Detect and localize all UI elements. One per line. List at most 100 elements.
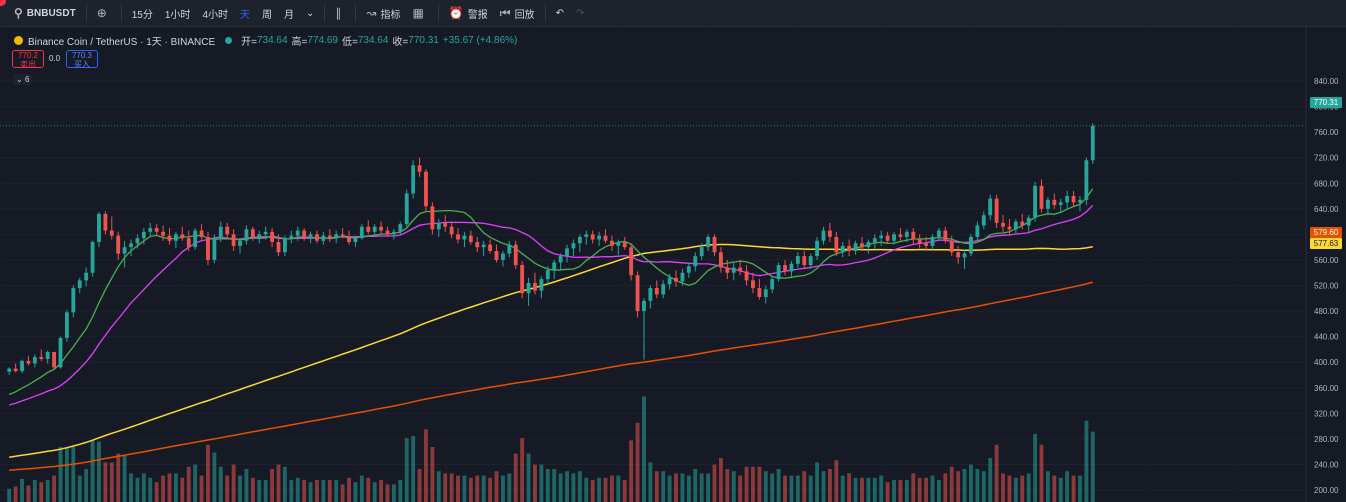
compare-button[interactable]: ⊕ [91, 0, 117, 27]
volume-bar [827, 469, 832, 502]
candle-body [853, 243, 858, 251]
candle-body [13, 368, 18, 372]
candle-body [1045, 199, 1050, 209]
candle-body [552, 262, 557, 271]
chart-type-button[interactable]: ∥ [329, 0, 351, 27]
y-tick-label: 360.00 [1314, 384, 1339, 393]
candle-body [584, 234, 589, 237]
interval-15m[interactable]: 15分 [126, 0, 159, 27]
candle-body [77, 280, 82, 289]
volume-bar [609, 475, 614, 502]
ma-slow-line [9, 243, 1093, 458]
candle-body [366, 226, 371, 232]
volume-bar [680, 473, 685, 502]
volume-bar [738, 475, 743, 502]
volume-bar [20, 478, 24, 502]
candle-body [250, 229, 255, 237]
candle-body [667, 277, 672, 285]
volume-bar [924, 477, 929, 502]
interval-1h[interactable]: 1小时 [159, 0, 197, 27]
candle-body [1084, 160, 1089, 200]
volume-bar [295, 477, 300, 502]
volume-bar [725, 469, 730, 502]
candle-body [770, 279, 775, 290]
volume-bar [193, 464, 198, 502]
chevron-down-icon: ⌄ [306, 7, 315, 19]
buy-button[interactable]: 770.3 买入 [66, 50, 98, 69]
volume-bar [218, 466, 223, 502]
volume-bar [892, 480, 896, 502]
high-value: 774.69 [307, 35, 338, 46]
toolbar: ⚲ BNBUSDT ⊕ 15分 1小时 4小时 天 周 月 ⌄ ∥ ↝ 指标 ▦ ⏰… [0, 0, 1346, 27]
ma-mid-price-tag: 577.63 [1310, 238, 1342, 249]
candle-body [225, 226, 230, 235]
redo-button[interactable]: ↷ [570, 0, 590, 27]
candle-body [802, 256, 807, 266]
layouts-button[interactable]: ▦ [406, 0, 433, 27]
candle-body [129, 243, 133, 248]
candle-body [212, 238, 217, 260]
volume-bar [815, 462, 820, 502]
candle-body [699, 247, 704, 257]
volume-bar [404, 438, 409, 502]
indicators-collapse-button[interactable]: ⌄ 6 [13, 74, 33, 85]
replay-button[interactable]: ⏮ 回放 [494, 0, 541, 27]
candle-body [654, 288, 659, 295]
candle-body [340, 234, 345, 237]
volume-bar [545, 469, 550, 502]
divider [120, 5, 122, 21]
volume-bar [674, 473, 678, 502]
candle-body [1039, 185, 1044, 209]
interval-1w[interactable]: 周 [256, 0, 278, 27]
candle-body [32, 357, 37, 364]
candle-body [302, 230, 307, 239]
candle-body [635, 275, 640, 312]
undo-button[interactable]: ↶ [550, 0, 570, 27]
candle-body [1052, 199, 1057, 205]
interval-dropdown[interactable]: ⌄ [300, 0, 320, 27]
candle-body [763, 289, 768, 298]
interval-1d[interactable]: 天 [234, 0, 256, 27]
volume-bar [795, 475, 800, 502]
interval-1mo[interactable]: 月 [278, 0, 300, 27]
sell-button[interactable]: 770.2 卖出 [12, 50, 44, 69]
volume-bar [359, 475, 364, 502]
candle-body [725, 267, 730, 273]
candle-body [7, 368, 12, 372]
volume-bar [834, 460, 839, 502]
volume-bar [64, 447, 69, 502]
volume-bar [635, 422, 640, 502]
volume-bar [744, 466, 749, 502]
candle-body [347, 236, 351, 243]
alert-button[interactable]: ⏰ 警报 [443, 0, 494, 27]
volume-bar [1045, 471, 1050, 502]
volume-bar [129, 473, 133, 502]
candle-body [924, 243, 929, 246]
volume-bar [1084, 420, 1089, 502]
volume-bar [430, 447, 435, 502]
volume-bar [699, 473, 704, 502]
chart-area[interactable]: 840.00800.00760.00720.00680.00640.00600.… [0, 27, 1346, 502]
y-tick-label: 480.00 [1314, 307, 1339, 316]
y-tick-label: 640.00 [1314, 205, 1339, 214]
candle-body [295, 230, 300, 236]
price-chart[interactable]: 840.00800.00760.00720.00680.00640.00600.… [0, 27, 1346, 502]
symbol-search-button[interactable]: ⚲ BNBUSDT [8, 0, 82, 27]
candle-body [26, 360, 31, 364]
y-tick-label: 400.00 [1314, 358, 1339, 367]
alarm-clock-icon: ⏰ [448, 6, 464, 20]
candle-body [1065, 196, 1070, 203]
indicators-button[interactable]: ↝ 指标 [360, 0, 406, 27]
candle-body [244, 229, 249, 241]
candle-body [436, 222, 441, 230]
candle-body [1020, 221, 1025, 226]
candle-body [391, 231, 396, 235]
interval-4h[interactable]: 4小时 [196, 0, 234, 27]
candle-body [533, 282, 537, 291]
volume-bar [693, 469, 698, 502]
volume-bar [917, 477, 922, 502]
candle-body [994, 198, 999, 223]
replay-icon: ⏮ [499, 5, 511, 20]
candle-body [193, 230, 198, 248]
volume-bar [424, 429, 428, 502]
